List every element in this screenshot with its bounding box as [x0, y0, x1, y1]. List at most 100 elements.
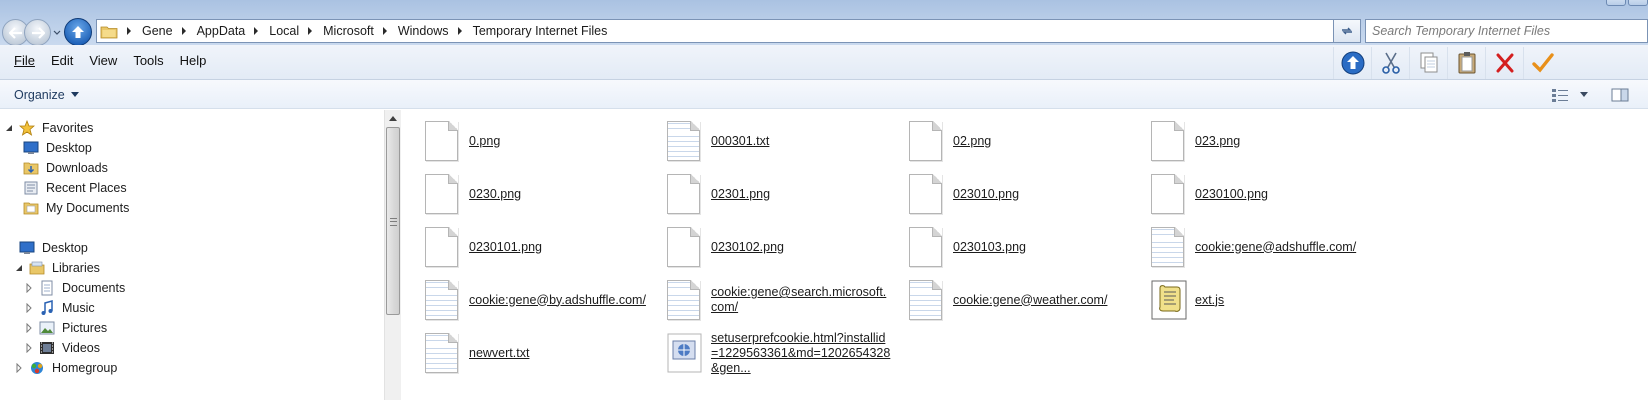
collapsed-arrow-icon[interactable] [24, 323, 34, 333]
recent-pages-chevron-down-icon[interactable] [52, 26, 62, 38]
breadcrumb-separator-icon[interactable] [252, 27, 260, 35]
menu-view[interactable]: View [81, 53, 125, 68]
scroll-up-button[interactable] [385, 110, 401, 127]
tree-label-desktop-favorite: Desktop [46, 141, 92, 155]
collapsed-arrow-icon[interactable] [14, 363, 24, 373]
up-one-level-button[interactable] [64, 18, 92, 46]
paste-icon [1458, 52, 1475, 74]
toolbar-copy-button[interactable] [1409, 47, 1447, 79]
tree-item-pictures[interactable]: Pictures [24, 318, 107, 338]
expanded-arrow-icon[interactable] [14, 263, 24, 273]
organize-button[interactable]: Organize [8, 85, 85, 104]
breadcrumb-item-appdata[interactable]: AppData [197, 24, 246, 38]
forward-button[interactable] [24, 19, 51, 46]
chevron-down-icon [1580, 92, 1588, 97]
file-name: newvert.txt [469, 345, 530, 360]
file-name: setuserprefcookie.html?installid=1229563… [711, 330, 891, 375]
tree-item-desktop-favorite[interactable]: Desktop [22, 138, 92, 158]
refresh-button[interactable] [1333, 19, 1361, 43]
toolbar-properties-button[interactable] [1523, 47, 1561, 79]
tree-item-favorites[interactable]: Favorites [4, 118, 93, 138]
file-item[interactable]: cookie:gene@by.adshuffle.com/ [425, 275, 665, 325]
toolbar-up-button[interactable] [1333, 47, 1371, 79]
tree-item-desktop[interactable]: Desktop [4, 238, 88, 258]
file-item[interactable]: 0230101.png [425, 222, 665, 272]
tree-item-libraries[interactable]: Libraries [14, 258, 100, 278]
tree-item-downloads[interactable]: Downloads [22, 158, 108, 178]
view-details-icon [1552, 88, 1568, 102]
collapsed-arrow-icon[interactable] [24, 283, 34, 293]
minimize-button[interactable] [1606, 0, 1626, 6]
view-options-button[interactable] [1572, 85, 1596, 104]
breadcrumb-item-windows[interactable]: Windows [398, 24, 449, 38]
search-field[interactable] [1365, 19, 1648, 43]
blank-file-icon [909, 225, 945, 269]
menu-file[interactable]: File [6, 53, 43, 68]
breadcrumb-separator-icon[interactable] [456, 27, 464, 35]
scrollbar-thumb[interactable] [386, 127, 400, 315]
text-file-icon [425, 278, 461, 322]
tree-item-documents[interactable]: Documents [24, 278, 125, 298]
toolbar-paste-button[interactable] [1447, 47, 1485, 79]
file-item[interactable]: setuserprefcookie.html?installid=1229563… [667, 328, 907, 378]
address-bar[interactable]: Gene AppData Local Microsoft Windows Tem… [96, 19, 1358, 43]
view-controls [1548, 85, 1632, 104]
breadcrumb-item-microsoft[interactable]: Microsoft [323, 24, 374, 38]
blank-file-icon [1151, 119, 1187, 163]
toolbar-cut-button[interactable] [1371, 47, 1409, 79]
file-name: cookie:gene@weather.com/ [953, 292, 1108, 307]
tree-item-videos[interactable]: Videos [24, 338, 100, 358]
change-view-button[interactable] [1548, 85, 1572, 104]
tree-label-libraries: Libraries [52, 261, 100, 275]
breadcrumb-separator-icon[interactable] [180, 27, 188, 35]
file-item[interactable]: newvert.txt [425, 328, 665, 378]
menu-edit[interactable]: Edit [43, 53, 81, 68]
file-item[interactable]: ext.js [1151, 275, 1391, 325]
file-item[interactable]: cookie:gene@weather.com/ [909, 275, 1149, 325]
file-item[interactable]: 023010.png [909, 169, 1149, 219]
preview-pane-button[interactable] [1608, 85, 1632, 104]
breadcrumb-item-gene[interactable]: Gene [142, 24, 173, 38]
text-file-icon [909, 278, 945, 322]
tree-item-homegroup[interactable]: Homegroup [14, 358, 117, 378]
file-item[interactable]: 0230102.png [667, 222, 907, 272]
collapsed-arrow-icon[interactable] [24, 303, 34, 313]
collapsed-arrow-icon[interactable] [24, 343, 34, 353]
tree-label-recent-places: Recent Places [46, 181, 127, 195]
file-item[interactable]: 0230.png [425, 169, 665, 219]
menu-help[interactable]: Help [172, 53, 215, 68]
breadcrumb-item-temporary-internet-files[interactable]: Temporary Internet Files [473, 24, 608, 38]
file-name: ext.js [1195, 292, 1225, 307]
file-name: 02.png [953, 133, 992, 148]
expanded-arrow-icon[interactable] [4, 123, 14, 133]
file-item[interactable]: 02.png [909, 116, 1149, 166]
navigation-pane-scrollbar[interactable] [384, 110, 401, 400]
refresh-icon [1342, 27, 1352, 35]
text-file-icon [667, 278, 703, 322]
toolbar-delete-button[interactable] [1485, 47, 1523, 79]
tree-item-music[interactable]: Music [24, 298, 95, 318]
file-item[interactable]: cookie:gene@adshuffle.com/ [1151, 222, 1391, 272]
toolbar-icons [1333, 47, 1561, 79]
navigation-pane: Favorites Desktop Downloads Recent Place… [0, 110, 384, 400]
breadcrumb-separator-icon[interactable] [381, 27, 389, 35]
search-input[interactable] [1366, 20, 1647, 42]
file-name: 0230101.png [469, 239, 542, 254]
file-item[interactable]: 0230103.png [909, 222, 1149, 272]
file-item[interactable]: 02301.png [667, 169, 907, 219]
music-icon [41, 300, 53, 315]
maximize-button[interactable] [1628, 0, 1648, 6]
file-item[interactable]: 000301.txt [667, 116, 907, 166]
file-name: cookie:gene@by.adshuffle.com/ [469, 292, 646, 307]
breadcrumb-separator-icon[interactable] [306, 27, 314, 35]
tree-item-my-documents[interactable]: My Documents [22, 198, 129, 218]
scroll-up-arrow-icon [389, 116, 397, 121]
file-item[interactable]: cookie:gene@search.microsoft.com/ [667, 275, 907, 325]
file-item[interactable]: 0230100.png [1151, 169, 1391, 219]
tree-item-recent-places[interactable]: Recent Places [22, 178, 127, 198]
file-item[interactable]: 0.png [425, 116, 665, 166]
breadcrumb-item-local[interactable]: Local [269, 24, 299, 38]
file-item[interactable]: 023.png [1151, 116, 1391, 166]
pictures-icon [39, 321, 55, 335]
menu-tools[interactable]: Tools [125, 53, 171, 68]
